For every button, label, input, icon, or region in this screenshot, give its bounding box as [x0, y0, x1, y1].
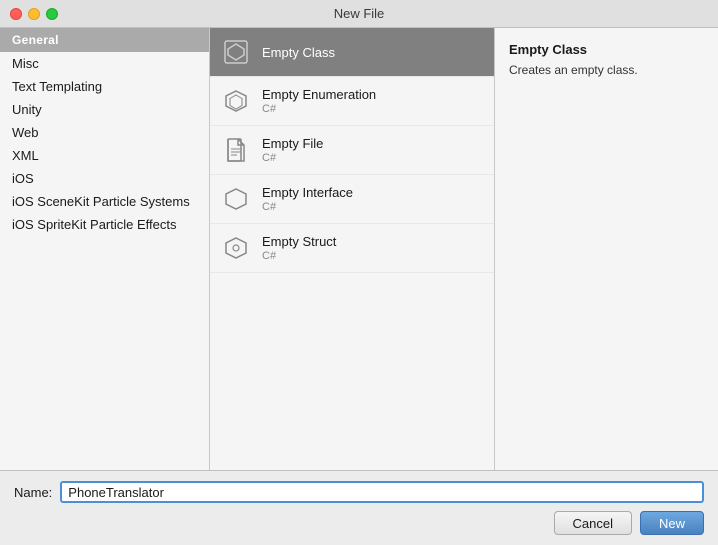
- empty-interface-icon: [220, 183, 252, 215]
- right-panel-title: Empty Class: [509, 42, 704, 57]
- empty-enumeration-info: Empty Enumeration C#: [262, 87, 376, 115]
- window-controls: [10, 8, 58, 20]
- empty-class-icon: [220, 36, 252, 68]
- name-input[interactable]: [60, 481, 704, 503]
- name-row: Name:: [14, 481, 704, 503]
- empty-interface-subtitle: C#: [262, 201, 353, 213]
- empty-interface-info: Empty Interface C#: [262, 185, 353, 213]
- sidebar-item-web[interactable]: Web: [0, 121, 209, 144]
- empty-enumeration-name: Empty Enumeration: [262, 87, 376, 102]
- window-title: New File: [334, 6, 385, 21]
- template-empty-file[interactable]: Empty File C#: [210, 126, 494, 175]
- template-empty-interface[interactable]: Empty Interface C#: [210, 175, 494, 224]
- template-empty-enumeration[interactable]: Empty Enumeration C#: [210, 77, 494, 126]
- right-panel: Empty Class Creates an empty class.: [495, 28, 718, 470]
- sidebar-item-xml[interactable]: XML: [0, 144, 209, 167]
- sidebar-item-ios-scenekit[interactable]: iOS SceneKit Particle Systems: [0, 190, 209, 213]
- empty-struct-info: Empty Struct C#: [262, 234, 336, 262]
- title-bar: New File: [0, 0, 718, 28]
- empty-interface-name: Empty Interface: [262, 185, 353, 200]
- sidebar-item-ios[interactable]: iOS: [0, 167, 209, 190]
- sidebar-item-text-templating[interactable]: Text Templating: [0, 75, 209, 98]
- cancel-button[interactable]: Cancel: [554, 511, 632, 535]
- sidebar-item-misc[interactable]: Misc: [0, 52, 209, 75]
- empty-file-name: Empty File: [262, 136, 323, 151]
- middle-panel: Empty Class Empty Enumeration C#: [210, 28, 495, 470]
- name-label: Name:: [14, 485, 52, 500]
- button-row: Cancel New: [14, 511, 704, 535]
- empty-file-subtitle: C#: [262, 152, 323, 164]
- empty-file-icon: [220, 134, 252, 166]
- template-empty-struct[interactable]: Empty Struct C#: [210, 224, 494, 273]
- empty-struct-name: Empty Struct: [262, 234, 336, 249]
- empty-struct-icon: [220, 232, 252, 264]
- empty-class-name: Empty Class: [262, 45, 335, 60]
- template-empty-class[interactable]: Empty Class: [210, 28, 494, 77]
- bottom-bar: Name: Cancel New: [0, 470, 718, 545]
- sidebar-item-unity[interactable]: Unity: [0, 98, 209, 121]
- main-content: General Misc Text Templating Unity Web X…: [0, 28, 718, 470]
- left-panel: General Misc Text Templating Unity Web X…: [0, 28, 210, 470]
- sidebar-item-ios-spritekit[interactable]: iOS SpriteKit Particle Effects: [0, 213, 209, 236]
- minimize-button[interactable]: [28, 8, 40, 20]
- left-panel-header: General: [0, 28, 209, 52]
- empty-enumeration-subtitle: C#: [262, 103, 376, 115]
- empty-class-info: Empty Class: [262, 45, 335, 60]
- new-button[interactable]: New: [640, 511, 704, 535]
- empty-struct-subtitle: C#: [262, 250, 336, 262]
- right-panel-description: Creates an empty class.: [509, 63, 704, 77]
- empty-file-info: Empty File C#: [262, 136, 323, 164]
- close-button[interactable]: [10, 8, 22, 20]
- empty-enumeration-icon: [220, 85, 252, 117]
- maximize-button[interactable]: [46, 8, 58, 20]
